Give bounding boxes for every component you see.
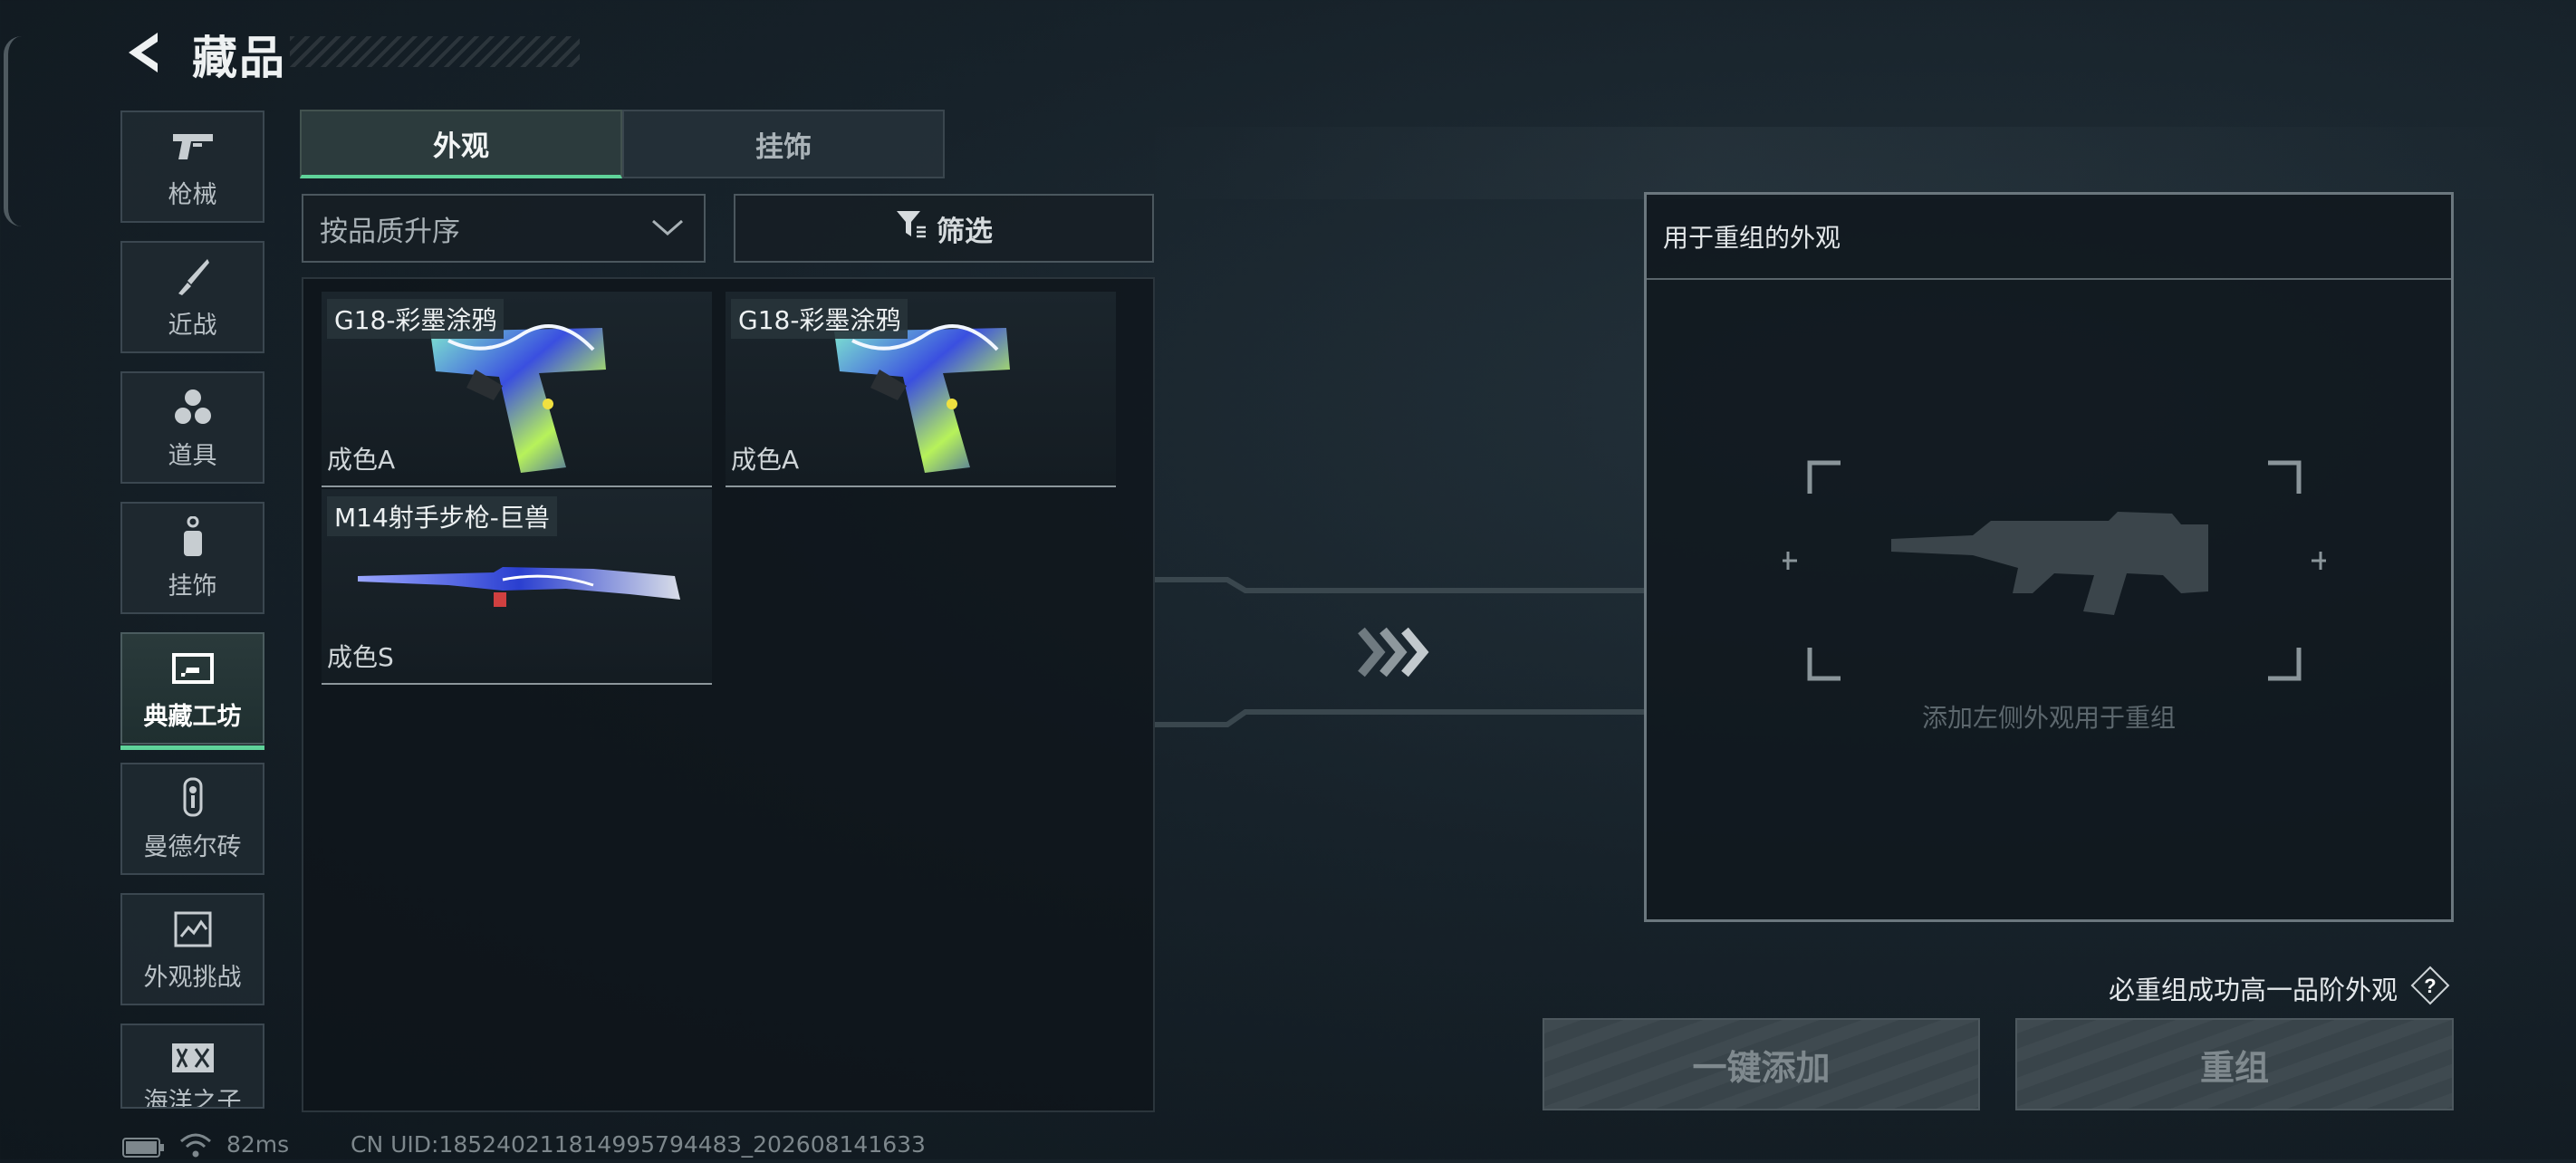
sidebar-item-workshop[interactable]: 典藏工坊 — [120, 632, 264, 750]
m14-rifle-image — [358, 567, 680, 607]
item-name: G18-彩墨涂鸦 — [731, 299, 908, 339]
appearance-list: G18-彩墨涂鸦 成色A G18-彩墨涂鸦 成色A M14射手步枪-巨兽 成色S — [302, 277, 1155, 1112]
chevron-right-icon — [1358, 627, 1429, 678]
sidebar-item-gear[interactable]: 道具 — [120, 371, 264, 484]
item-card[interactable]: G18-彩墨涂鸦 成色A — [726, 292, 1116, 487]
wifi-icon — [179, 1132, 212, 1163]
sidebar-item-ocean[interactable]: 海洋之子 — [120, 1024, 264, 1109]
guarantee-text: 必重组成功高一品阶外观 — [2109, 975, 2398, 1005]
grenade-stack-icon — [169, 385, 216, 430]
sidebar-item-label: 外观挑战 — [143, 963, 242, 992]
tab-appearance[interactable]: 外观 — [300, 110, 622, 178]
left-edge-scroll-indicator — [4, 36, 28, 226]
title-decoration — [290, 36, 580, 67]
charm-tag-icon — [169, 515, 216, 561]
workshop-frame-icon — [169, 646, 216, 691]
sidebar-item-label: 海洋之子 — [143, 1088, 242, 1109]
item-name: M14射手步枪-巨兽 — [327, 496, 557, 536]
sidebar-item-mandel-brick[interactable]: 曼德尔砖 — [120, 763, 264, 875]
item-card[interactable]: G18-彩墨涂鸦 成色A — [322, 292, 712, 487]
knife-icon — [169, 255, 216, 300]
item-quality: 成色S — [327, 642, 394, 672]
tab-charm[interactable]: 挂饰 — [622, 110, 945, 178]
brick-key-icon — [169, 776, 216, 822]
challenge-map-icon — [169, 907, 216, 952]
sidebar-item-guns[interactable]: 枪械 — [120, 111, 264, 223]
sidebar-item-melee[interactable]: 近战 — [120, 241, 264, 353]
item-quality: 成色A — [731, 445, 800, 475]
sidebar-item-appearance-challenge[interactable]: 外观挑战 — [120, 893, 264, 1005]
sidebar-item-label: 典藏工坊 — [143, 702, 242, 731]
sort-dropdown[interactable]: 按品质升序 — [302, 194, 706, 263]
sidebar-item-label: 枪械 — [168, 180, 217, 209]
filter-icon — [895, 209, 928, 247]
reassemble-panel: 用于重组的外观 添加左侧外观用于重组 — [1644, 192, 2454, 922]
back-arrow-icon[interactable] — [118, 25, 172, 80]
pistol-icon — [169, 124, 216, 169]
item-card[interactable]: M14射手步枪-巨兽 成色S — [322, 489, 712, 685]
reassemble-button[interactable]: 重组 — [2015, 1018, 2454, 1110]
sidebar-item-charms[interactable]: 挂饰 — [120, 502, 264, 614]
empty-slot-rifle-icon[interactable] — [1783, 457, 2326, 684]
sidebar-item-label: 挂饰 — [168, 572, 217, 601]
flow-connector — [1155, 577, 1644, 727]
ocean-emblem-icon — [169, 1040, 216, 1076]
placeholder-text: 添加左侧外观用于重组 — [1921, 703, 2176, 733]
chevron-down-icon — [649, 214, 686, 248]
page-title: 藏品 — [192, 32, 286, 84]
panel-title: 用于重组的外观 — [1647, 195, 2451, 280]
question-help-icon[interactable]: ? — [2410, 966, 2450, 1005]
battery-icon — [122, 1138, 166, 1161]
sidebar-item-label: 曼德尔砖 — [143, 832, 242, 861]
filter-label: 筛选 — [937, 215, 993, 248]
sidebar-item-label: 近战 — [168, 311, 217, 340]
uid-readout: CN UID:18524021181499579448З_20260814163… — [351, 1131, 926, 1158]
add-all-button[interactable]: 一键添加 — [1543, 1018, 1980, 1110]
svg-text:?: ? — [2424, 975, 2436, 997]
filter-button[interactable]: 筛选 — [734, 194, 1154, 263]
sort-selected-value: 按品质升序 — [320, 215, 460, 248]
background-band — [1132, 127, 2576, 199]
ping-readout: 82ms — [226, 1131, 290, 1158]
item-name: G18-彩墨涂鸦 — [327, 299, 505, 339]
sidebar-item-label: 道具 — [168, 441, 217, 470]
item-quality: 成色A — [327, 445, 396, 475]
